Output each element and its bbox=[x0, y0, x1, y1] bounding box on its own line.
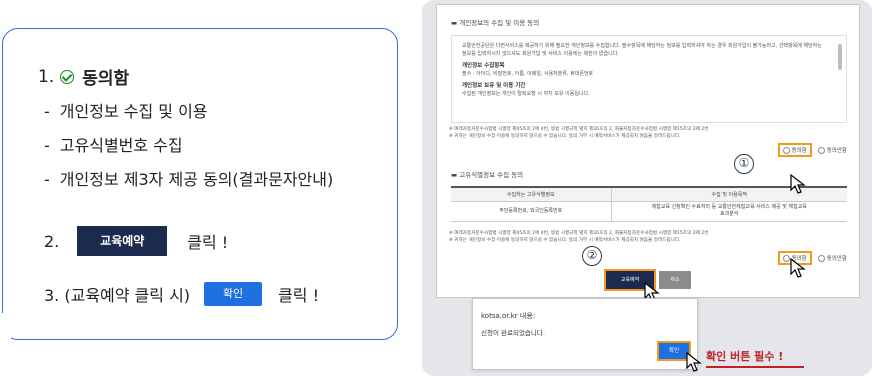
sub-text-1: 필수 : 아이디, 비밀번호, 이름, 이메일, 사용자분류, 휴대폰번호 bbox=[462, 71, 594, 77]
terms-scrollbox[interactable]: 교통안전공단은 다면서비스를 제공하기 위해 필요한 개인정보를 수집합니다. … bbox=[451, 35, 847, 123]
disagree-radio[interactable] bbox=[817, 254, 825, 262]
bullet-text: 개인정보 제3자 제공 동의(결과문자안내) bbox=[59, 170, 334, 189]
cursor-icon bbox=[790, 174, 806, 194]
consent2-radios: 동의함 동의안함 bbox=[777, 251, 847, 265]
step1-number: 1. bbox=[38, 66, 55, 87]
sub-title-2: 개인정보 보유 및 이용 기간 bbox=[462, 83, 526, 89]
marker-2: ② bbox=[582, 246, 602, 266]
agree-option-highlight[interactable]: 동의함 bbox=[777, 143, 812, 157]
step1: 1. 동의함 bbox=[38, 64, 130, 90]
cursor-icon bbox=[790, 258, 806, 278]
alert-host: kotsa.or.kr 내용: bbox=[481, 312, 536, 320]
table-header: 수집 및 이용목적 bbox=[611, 187, 847, 202]
bullet-text: 개인정보 수집 및 이용 bbox=[59, 102, 208, 121]
agree-label: 동의함 bbox=[791, 148, 807, 154]
table-cell: 체험교육 신청확인 수료처리 등 교통안전체험교육 서비스 제공 및 체험교육 … bbox=[611, 201, 847, 222]
consent-form: ▬ 개인정보의 수집 및 이용 동의 교통안전공단은 다면서비스를 제공하기 위… bbox=[436, 4, 860, 298]
bullet-item: - 개인정보 수집 및 이용 bbox=[44, 102, 208, 121]
bullet-item: - 고유식별번호 수집 bbox=[44, 136, 183, 155]
table-cell: 주민등록번호, 외국인등록번호 bbox=[451, 201, 612, 222]
reserve-button-sample[interactable]: 교육예약 bbox=[77, 226, 168, 256]
section1-title: ▬ 개인정보의 수집 및 이용 동의 bbox=[451, 19, 540, 27]
bullet-text: 고유식별번호 수집 bbox=[59, 136, 183, 155]
alert-message: 신청이 완료되었습니다. bbox=[481, 329, 545, 337]
disagree-label: 동의안함 bbox=[826, 256, 847, 262]
cancel-button[interactable]: 취소 bbox=[659, 271, 691, 289]
step1-label: 동의함 bbox=[82, 69, 130, 89]
step3-suffix: 클릭 ! bbox=[278, 286, 320, 305]
step2: 2. 교육예약 클릭 ! bbox=[44, 226, 228, 256]
check-icon bbox=[60, 69, 75, 84]
consent1-radios: 동의함 동의안함 bbox=[777, 143, 847, 157]
intro-text: 교통안전공단은 다면서비스를 제공하기 위해 필요한 개인정보를 수집합니다. … bbox=[462, 43, 822, 57]
table-header: 수집하는 고유식별정보 bbox=[451, 187, 612, 202]
note: ※ 여객자동차운수사업법 시행령 제45조의 2에 4번, 동법 시행규칙 별지… bbox=[449, 231, 709, 236]
step3-prefix: 3. (교육예약 클릭 시) bbox=[44, 286, 191, 305]
sub-text-2: 수집된 개인정보는 개인이 탈퇴요청 시 까지 보유 이용됩니다. bbox=[462, 91, 590, 97]
marker-1: ① bbox=[734, 154, 754, 174]
agree-radio[interactable] bbox=[782, 146, 790, 154]
bullet-item: - 개인정보 제3자 제공 동의(결과문자안내) bbox=[44, 170, 334, 189]
sub-title-1: 개인정보 수집항목 bbox=[462, 63, 505, 69]
confirm-button-sample[interactable]: 확인 bbox=[204, 282, 263, 306]
callout-text: 확인 버튼 필수 ! bbox=[706, 350, 784, 363]
card-notch bbox=[0, 313, 11, 339]
unique-id-table: 수집하는 고유식별정보 수집 및 이용목적 주민등록번호, 외국인등록번호 체험… bbox=[451, 186, 847, 222]
alert-ok-button[interactable]: 확인 bbox=[657, 341, 691, 361]
note: ※ 귀하는 개인정보 수집·이용에 동의하지 않으실 수 있습니다. 동의 거부… bbox=[449, 134, 681, 139]
step2-number: 2. bbox=[44, 231, 60, 251]
disagree-label: 동의안함 bbox=[826, 148, 847, 154]
note: ※ 귀하는 개인정보 수집·이용에 동의하지 않으실 수 있습니다. 동의 거부… bbox=[449, 238, 681, 243]
table-row: 주민등록번호, 외국인등록번호 체험교육 신청확인 수료처리 등 교통안전체험교… bbox=[451, 201, 847, 222]
note: ※ 여객자동차운수사업법 시행령 제45조의 2에 4번, 동법 시행규칙 별지… bbox=[449, 127, 709, 132]
scrollbar[interactable] bbox=[838, 44, 842, 70]
disagree-radio[interactable] bbox=[817, 146, 825, 154]
agree-radio[interactable] bbox=[782, 254, 790, 262]
step2-suffix: 클릭 ! bbox=[187, 233, 229, 252]
cursor-icon bbox=[686, 352, 702, 372]
alert-dialog: kotsa.or.kr 내용: 신청이 완료되었습니다. 확인 bbox=[472, 298, 698, 370]
section2-title: ▬ 고유식별정보 수집 동의 bbox=[451, 171, 524, 179]
callout-underline bbox=[706, 366, 804, 368]
step3: 3. (교육예약 클릭 시) 확인 클릭 ! bbox=[44, 282, 319, 306]
